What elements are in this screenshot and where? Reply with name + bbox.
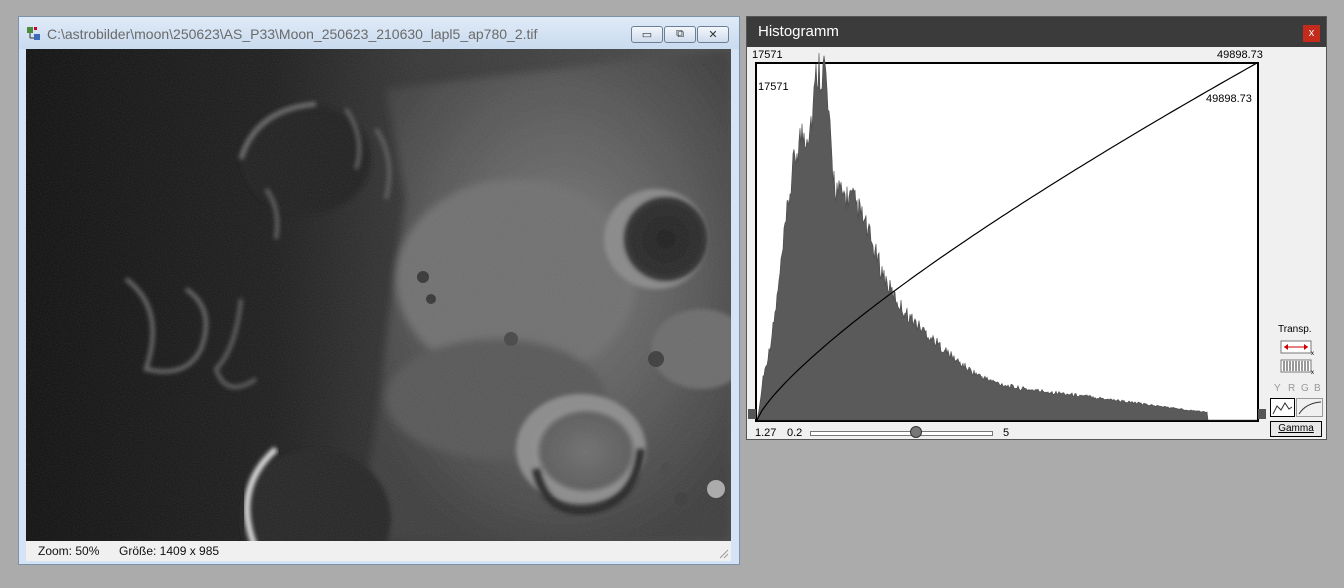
white-point-handle[interactable] xyxy=(1258,409,1266,419)
inner-min-label: 17571 xyxy=(758,81,789,93)
minimize-button[interactable]: ▭ xyxy=(631,26,663,43)
close-icon: ✕ xyxy=(708,29,718,41)
moon-image[interactable] xyxy=(26,49,731,541)
channel-r[interactable]: R xyxy=(1288,383,1295,394)
channel-b[interactable]: B xyxy=(1314,383,1321,394)
gamma-value: 1.27 xyxy=(755,427,777,439)
svg-text:x: x xyxy=(1311,351,1314,356)
gamma-slider-thumb[interactable] xyxy=(910,426,922,438)
svg-text:x: x xyxy=(1311,370,1314,375)
range-arrows-icon[interactable]: x xyxy=(1280,340,1316,356)
slider-max-label: 5 xyxy=(1003,427,1010,439)
gamma-button[interactable]: Gamma xyxy=(1270,421,1322,437)
channel-y[interactable]: Y xyxy=(1274,383,1281,394)
transp-label: Transp. xyxy=(1278,324,1312,335)
image-statusbar: Zoom: 50% Größe: 1409 x 985 xyxy=(26,541,731,561)
gamma-slider-track xyxy=(810,431,993,436)
channel-g[interactable]: G xyxy=(1301,383,1309,394)
slider-min-label: 0.2 xyxy=(787,427,803,439)
moon-image-render xyxy=(26,49,731,541)
image-window-title: C:\astrobilder\moon\250623\AS_P33\Moon_2… xyxy=(47,26,538,42)
gamma-button-label: Gamma xyxy=(1278,423,1314,434)
zoom-status: Zoom: 50% xyxy=(38,544,100,558)
size-status: Größe: 1409 x 985 xyxy=(119,544,220,558)
histogram-window[interactable]: Histogramm x 17571 49898.73 17571 49898.… xyxy=(746,16,1327,440)
minimize-icon: ▭ xyxy=(641,29,653,41)
gamma-slider[interactable] xyxy=(810,426,993,440)
image-window-titlebar[interactable]: C:\astrobilder\moon\250623\AS_P33\Moon_2… xyxy=(19,17,739,49)
inner-max-label: 49898.73 xyxy=(1206,93,1252,105)
restore-button[interactable]: ⧉ xyxy=(664,26,696,43)
resize-grip-icon[interactable] xyxy=(719,549,729,559)
bars-icon[interactable]: x xyxy=(1280,359,1316,375)
app-icon xyxy=(27,27,40,40)
close-button[interactable]: ✕ xyxy=(697,26,729,43)
histogram-plot[interactable] xyxy=(747,17,1328,441)
image-window[interactable]: C:\astrobilder\moon\250623\AS_P33\Moon_2… xyxy=(18,16,740,565)
restore-icon: ⧉ xyxy=(676,28,684,40)
curve-mode-icons[interactable] xyxy=(1270,398,1324,418)
black-point-handle[interactable] xyxy=(748,409,756,419)
